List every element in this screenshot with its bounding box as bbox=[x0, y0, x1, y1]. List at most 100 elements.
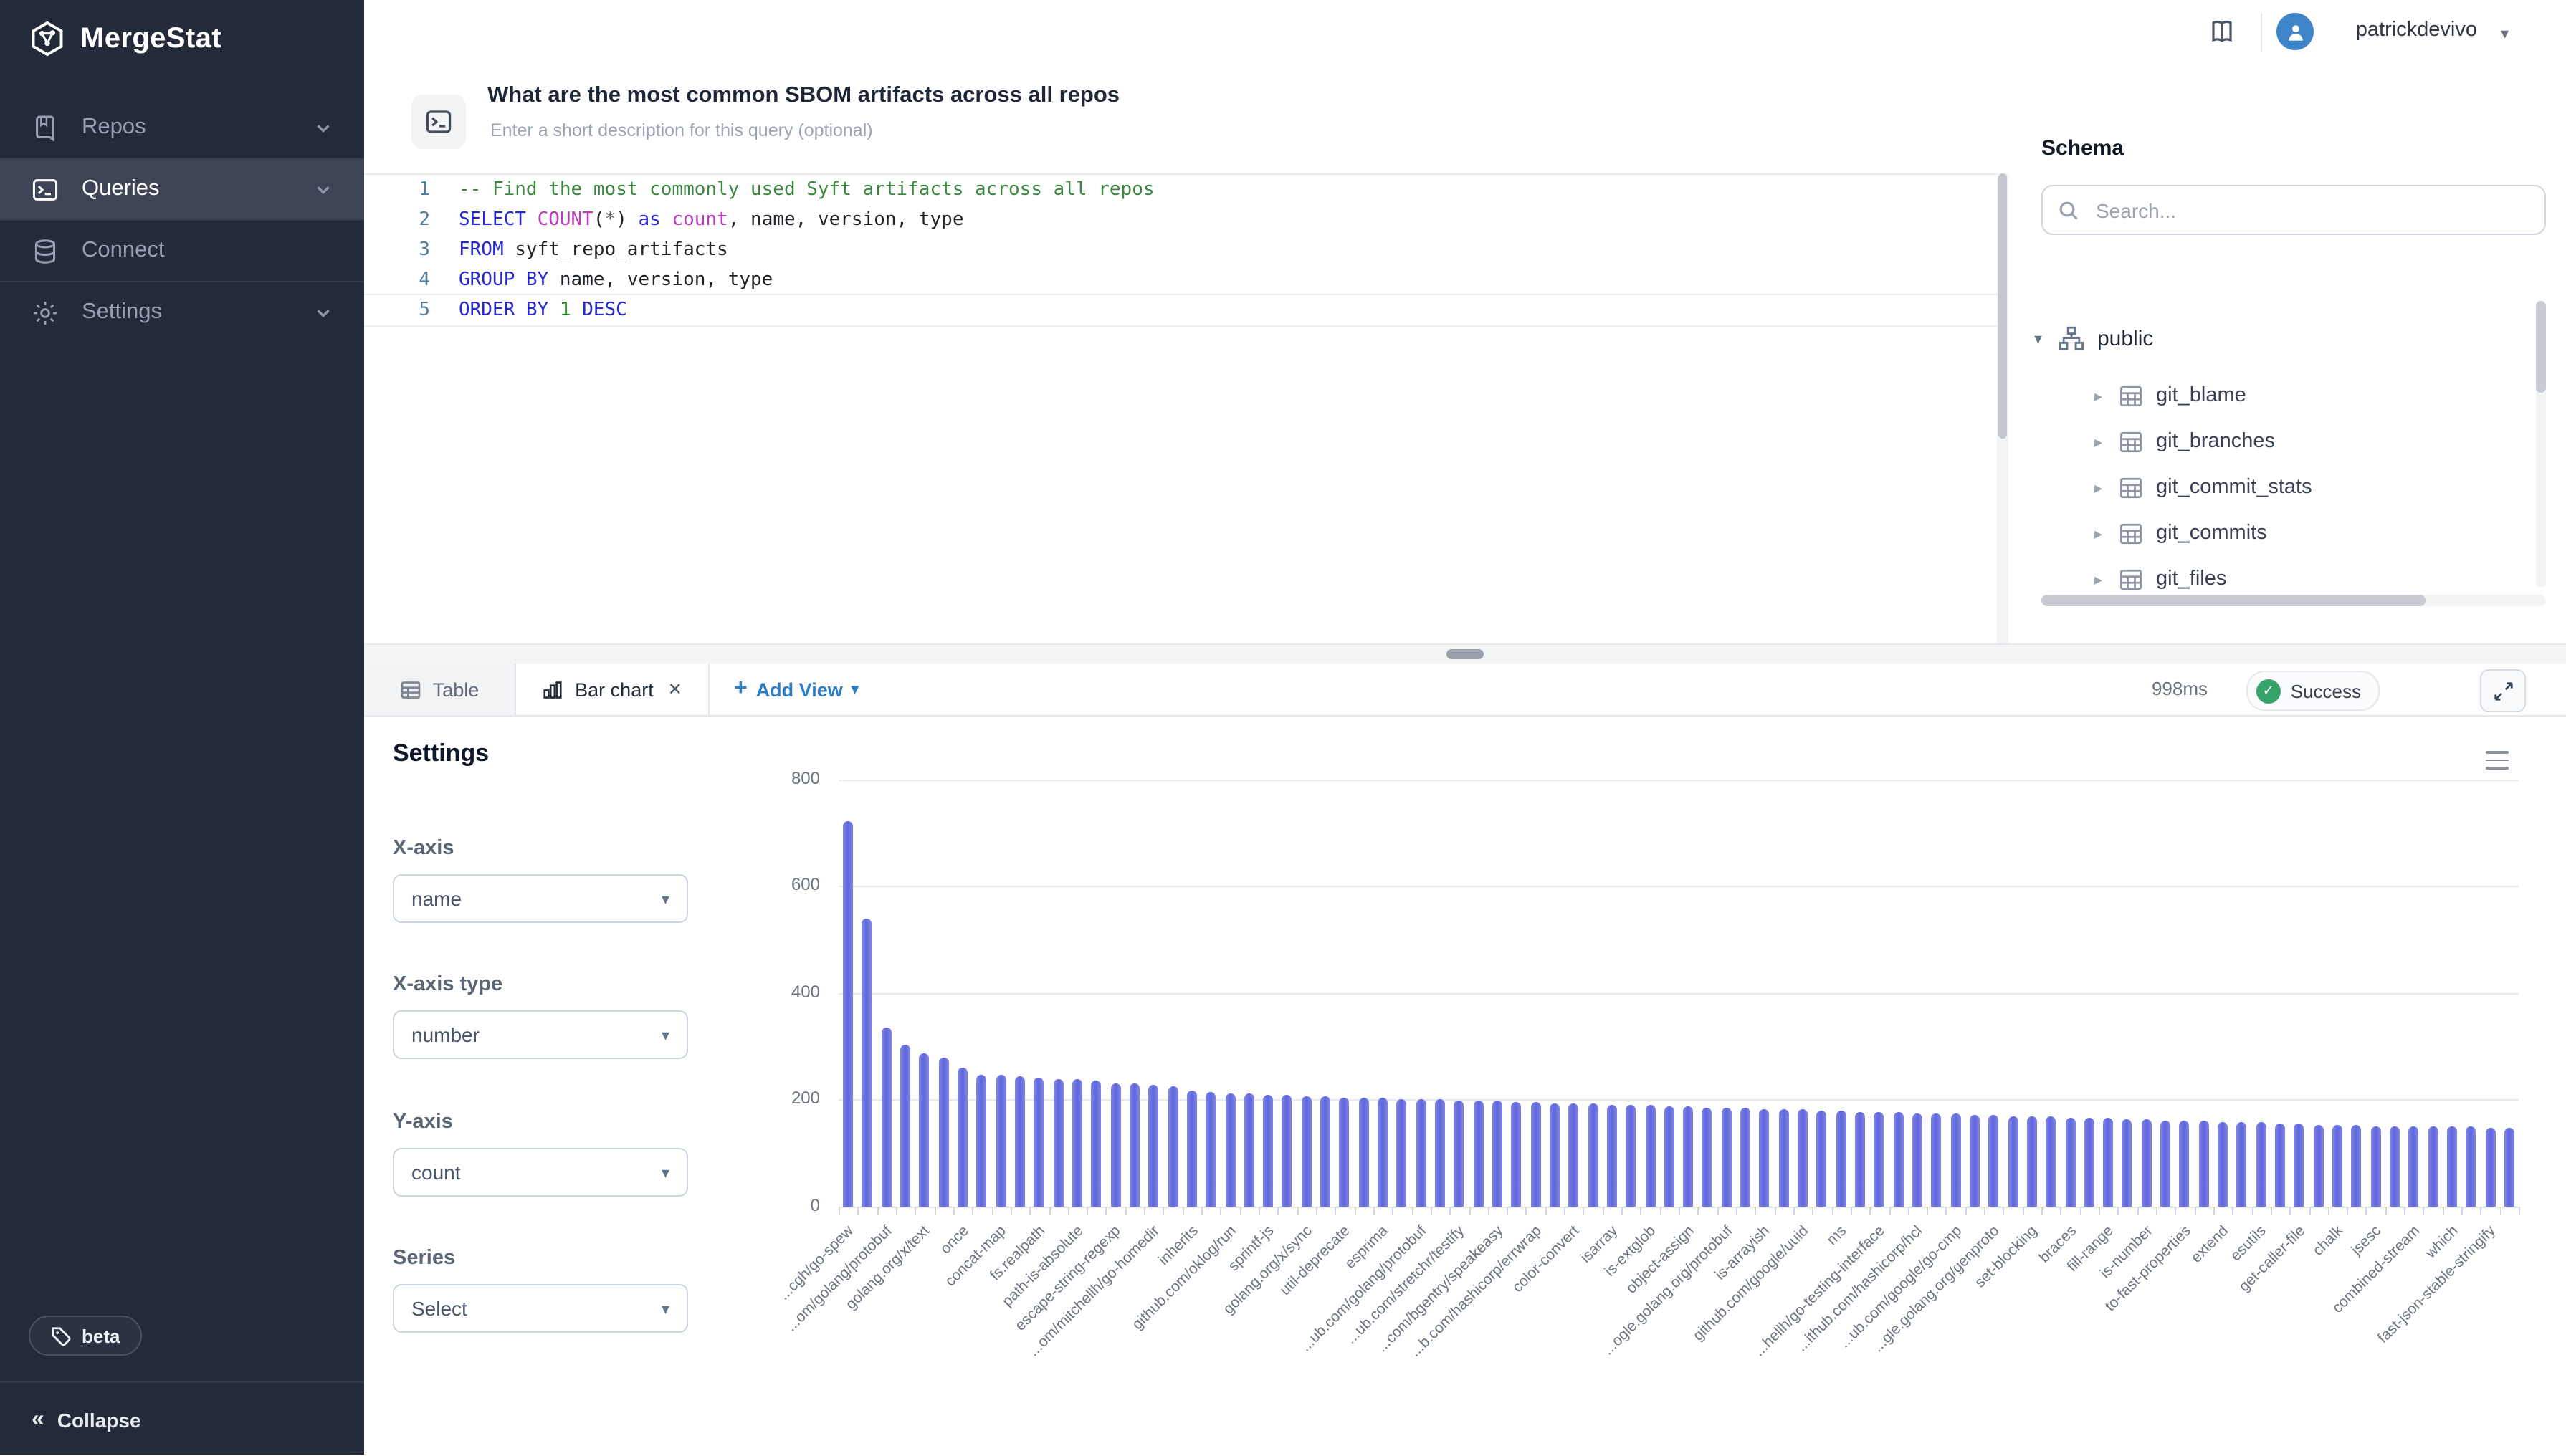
schema-table-git_commit_stats[interactable]: ▸git_commit_stats bbox=[2094, 464, 2537, 510]
bar-46[interactable] bbox=[1722, 1108, 1732, 1207]
chevron-right-icon[interactable]: ▸ bbox=[2094, 524, 2106, 542]
bar-57[interactable] bbox=[1932, 1113, 1942, 1207]
bar-0[interactable] bbox=[843, 822, 853, 1207]
bar-25[interactable] bbox=[1320, 1096, 1330, 1207]
schema-search-input[interactable] bbox=[2093, 197, 2530, 223]
resize-pill[interactable] bbox=[1446, 649, 1484, 659]
bar-41[interactable] bbox=[1626, 1105, 1636, 1207]
bar-51[interactable] bbox=[1817, 1111, 1827, 1207]
schema-vertical-scrollbar-thumb[interactable] bbox=[2536, 301, 2546, 393]
bar-3[interactable] bbox=[900, 1045, 910, 1207]
bar-85[interactable] bbox=[2466, 1127, 2476, 1207]
bar-36[interactable] bbox=[1530, 1102, 1540, 1207]
bar-45[interactable] bbox=[1702, 1107, 1712, 1207]
chevron-right-icon[interactable]: ▸ bbox=[2094, 570, 2106, 588]
bar-77[interactable] bbox=[2313, 1124, 2323, 1207]
add-view-button[interactable]: + Add View ▾ bbox=[734, 664, 859, 715]
bar-67[interactable] bbox=[2122, 1119, 2132, 1207]
bar-24[interactable] bbox=[1302, 1096, 1312, 1207]
editor-scrollbar-thumb[interactable] bbox=[1998, 173, 2007, 439]
bar-84[interactable] bbox=[2447, 1127, 2457, 1207]
bar-6[interactable] bbox=[958, 1068, 968, 1207]
sidebar-item-repos[interactable]: Repos bbox=[0, 97, 364, 158]
bar-86[interactable] bbox=[2485, 1128, 2495, 1207]
bar-5[interactable] bbox=[939, 1057, 949, 1207]
sidebar-item-queries[interactable]: Queries bbox=[0, 159, 364, 219]
schema-horizontal-scrollbar-thumb[interactable] bbox=[2041, 595, 2425, 606]
query-description-input[interactable] bbox=[487, 119, 1296, 142]
chevron-right-icon[interactable]: ▸ bbox=[2094, 478, 2106, 497]
bar-49[interactable] bbox=[1779, 1109, 1789, 1207]
schema-table-git_branches[interactable]: ▸git_branches bbox=[2094, 418, 2537, 464]
bar-22[interactable] bbox=[1263, 1095, 1273, 1207]
setting-dropdown[interactable]: count▾ bbox=[393, 1148, 688, 1197]
bar-59[interactable] bbox=[1970, 1115, 1980, 1207]
bar-23[interactable] bbox=[1282, 1096, 1292, 1207]
bar-15[interactable] bbox=[1130, 1083, 1140, 1207]
bar-28[interactable] bbox=[1378, 1098, 1388, 1207]
bar-18[interactable] bbox=[1187, 1091, 1197, 1207]
bar-17[interactable] bbox=[1168, 1087, 1178, 1207]
tab-table[interactable]: Table bbox=[364, 664, 516, 715]
sql-line-4[interactable]: 4GROUP BY name, version, type bbox=[364, 265, 1997, 295]
editor-scrollbar[interactable] bbox=[1997, 173, 2008, 643]
bar-74[interactable] bbox=[2256, 1123, 2266, 1207]
bar-31[interactable] bbox=[1435, 1100, 1445, 1207]
bar-39[interactable] bbox=[1588, 1104, 1598, 1207]
bar-56[interactable] bbox=[1912, 1113, 1922, 1207]
bar-19[interactable] bbox=[1206, 1092, 1216, 1207]
sql-line-2[interactable]: 2SELECT COUNT(*) as count, name, version… bbox=[364, 205, 1997, 235]
panel-resize-handle[interactable] bbox=[364, 643, 2566, 665]
bar-64[interactable] bbox=[2065, 1117, 2075, 1207]
bar-87[interactable] bbox=[2504, 1128, 2514, 1207]
bar-63[interactable] bbox=[2046, 1117, 2056, 1207]
schema-vertical-scrollbar[interactable] bbox=[2536, 301, 2546, 588]
user-menu-caret-icon[interactable]: ▾ bbox=[2501, 24, 2509, 43]
bar-27[interactable] bbox=[1359, 1098, 1369, 1207]
schema-horizontal-scrollbar[interactable] bbox=[2041, 595, 2546, 606]
docs-book-icon[interactable] bbox=[2208, 17, 2236, 46]
query-title[interactable]: What are the most common SBOM artifacts … bbox=[487, 83, 1120, 109]
bar-2[interactable] bbox=[882, 1027, 892, 1207]
bar-10[interactable] bbox=[1034, 1078, 1044, 1207]
bar-4[interactable] bbox=[920, 1053, 930, 1207]
bar-53[interactable] bbox=[1855, 1111, 1865, 1207]
bar-20[interactable] bbox=[1225, 1093, 1235, 1207]
bar-75[interactable] bbox=[2275, 1124, 2285, 1207]
bar-26[interactable] bbox=[1340, 1097, 1350, 1207]
bar-80[interactable] bbox=[2370, 1126, 2380, 1207]
schema-root-public[interactable]: ▾ public bbox=[2034, 325, 2153, 351]
setting-dropdown[interactable]: Select▾ bbox=[393, 1284, 688, 1333]
bar-13[interactable] bbox=[1092, 1080, 1102, 1207]
bar-1[interactable] bbox=[862, 918, 872, 1207]
bar-34[interactable] bbox=[1492, 1101, 1502, 1207]
bar-7[interactable] bbox=[977, 1075, 987, 1207]
bar-62[interactable] bbox=[2027, 1116, 2037, 1207]
bar-70[interactable] bbox=[2180, 1121, 2190, 1207]
bar-68[interactable] bbox=[2142, 1119, 2152, 1207]
sql-editor[interactable]: 1-- Find the most commonly used Syft art… bbox=[364, 173, 1997, 645]
bar-38[interactable] bbox=[1569, 1103, 1579, 1207]
setting-dropdown[interactable]: number▾ bbox=[393, 1010, 688, 1059]
bar-81[interactable] bbox=[2390, 1126, 2400, 1207]
bar-12[interactable] bbox=[1072, 1079, 1082, 1207]
bar-32[interactable] bbox=[1454, 1100, 1464, 1207]
bar-43[interactable] bbox=[1664, 1106, 1674, 1207]
tab-bar-chart[interactable]: Bar chart ✕ bbox=[516, 664, 710, 715]
collapse-button[interactable]: « Collapse bbox=[0, 1381, 364, 1456]
bar-60[interactable] bbox=[1989, 1115, 1999, 1207]
bar-83[interactable] bbox=[2428, 1126, 2438, 1207]
bar-82[interactable] bbox=[2409, 1126, 2419, 1207]
chevron-right-icon[interactable]: ▸ bbox=[2094, 432, 2106, 451]
bar-14[interactable] bbox=[1110, 1083, 1120, 1207]
chevron-right-icon[interactable]: ▸ bbox=[2094, 386, 2106, 405]
bar-29[interactable] bbox=[1397, 1098, 1407, 1207]
sql-line-1[interactable]: 1-- Find the most commonly used Syft art… bbox=[364, 175, 1997, 205]
bar-11[interactable] bbox=[1053, 1079, 1063, 1207]
bar-40[interactable] bbox=[1607, 1104, 1617, 1207]
bar-44[interactable] bbox=[1683, 1106, 1693, 1207]
sidebar-item-settings[interactable]: Settings bbox=[0, 282, 364, 343]
schema-table-git_commits[interactable]: ▸git_commits bbox=[2094, 510, 2537, 556]
chevron-down-icon[interactable]: ▾ bbox=[2034, 329, 2046, 348]
bar-76[interactable] bbox=[2294, 1124, 2304, 1207]
